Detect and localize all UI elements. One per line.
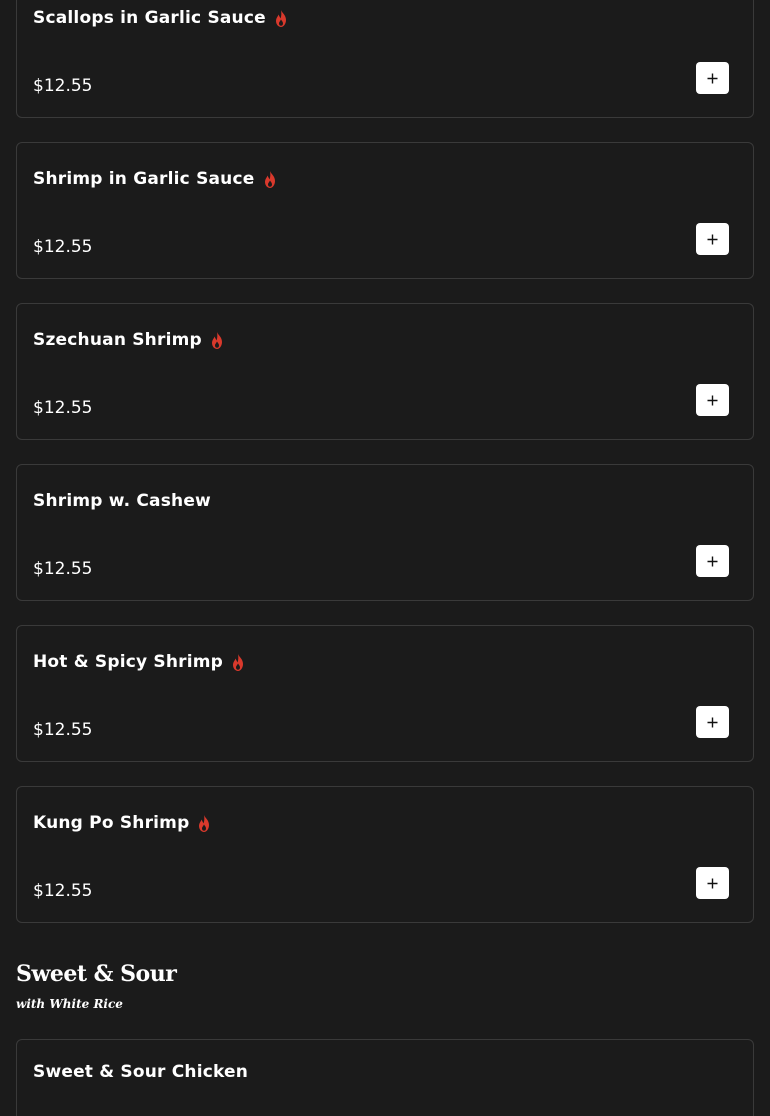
menu-item-card[interactable]: Hot & Spicy Shrimp $12.55 — [16, 625, 754, 762]
item-name: Hot & Spicy Shrimp — [33, 652, 224, 672]
item-name-row: Kung Po Shrimp — [33, 813, 212, 833]
item-name-row: Hot & Spicy Shrimp — [33, 652, 246, 672]
menu-item-list: Scallops in Garlic Sauce $12.55 Shrimp i… — [16, 0, 754, 947]
add-to-cart-button[interactable] — [696, 384, 729, 416]
plus-icon — [707, 717, 718, 727]
item-price: $12.55 — [33, 237, 93, 257]
item-name-row: Shrimp in Garlic Sauce — [33, 169, 278, 189]
section-subtitle: with White Rice — [16, 997, 123, 1011]
flame-icon — [211, 331, 222, 349]
item-name: Scallops in Garlic Sauce — [33, 8, 266, 28]
item-name-row: Scallops in Garlic Sauce — [33, 8, 289, 28]
menu-item-card[interactable]: Kung Po Shrimp $12.55 — [16, 786, 754, 923]
item-name: Szechuan Shrimp — [33, 330, 202, 350]
add-to-cart-button[interactable] — [696, 62, 729, 94]
flame-icon — [275, 9, 286, 27]
flame-icon — [199, 814, 210, 832]
section-title: Sweet & Sour — [16, 961, 177, 987]
item-name: Shrimp w. Cashew — [33, 491, 211, 511]
item-price: $12.55 — [33, 559, 93, 579]
item-price: $12.55 — [33, 881, 93, 901]
menu-page: Scallops in Garlic Sauce $12.55 Shrimp i… — [0, 0, 770, 1116]
add-to-cart-button[interactable] — [696, 706, 729, 738]
menu-item-card[interactable]: Shrimp w. Cashew $12.55 — [16, 464, 754, 601]
item-name-row: Szechuan Shrimp — [33, 330, 225, 350]
plus-icon — [707, 878, 718, 888]
item-price: $12.55 — [33, 398, 93, 418]
add-to-cart-button[interactable] — [696, 223, 729, 255]
plus-icon — [707, 234, 718, 244]
flame-icon — [264, 170, 275, 188]
plus-icon — [707, 395, 718, 405]
plus-icon — [707, 73, 718, 83]
add-to-cart-button[interactable] — [696, 867, 729, 899]
menu-item-card[interactable]: Szechuan Shrimp $12.55 — [16, 303, 754, 440]
item-name: Kung Po Shrimp — [33, 813, 190, 833]
flame-icon — [233, 653, 244, 671]
item-price: $12.55 — [33, 76, 93, 96]
item-name-row: Shrimp w. Cashew — [33, 491, 211, 511]
menu-item-card[interactable]: Sweet & Sour Chicken — [16, 1039, 754, 1116]
add-to-cart-button[interactable] — [696, 545, 729, 577]
item-name: Sweet & Sour Chicken — [33, 1062, 249, 1082]
item-price: $12.55 — [33, 720, 93, 740]
menu-item-card[interactable]: Scallops in Garlic Sauce $12.55 — [16, 0, 754, 118]
plus-icon — [707, 556, 718, 566]
section-header: Sweet & Sour with White Rice — [16, 961, 177, 1012]
item-name: Shrimp in Garlic Sauce — [33, 169, 255, 189]
menu-item-card[interactable]: Shrimp in Garlic Sauce $12.55 — [16, 142, 754, 279]
